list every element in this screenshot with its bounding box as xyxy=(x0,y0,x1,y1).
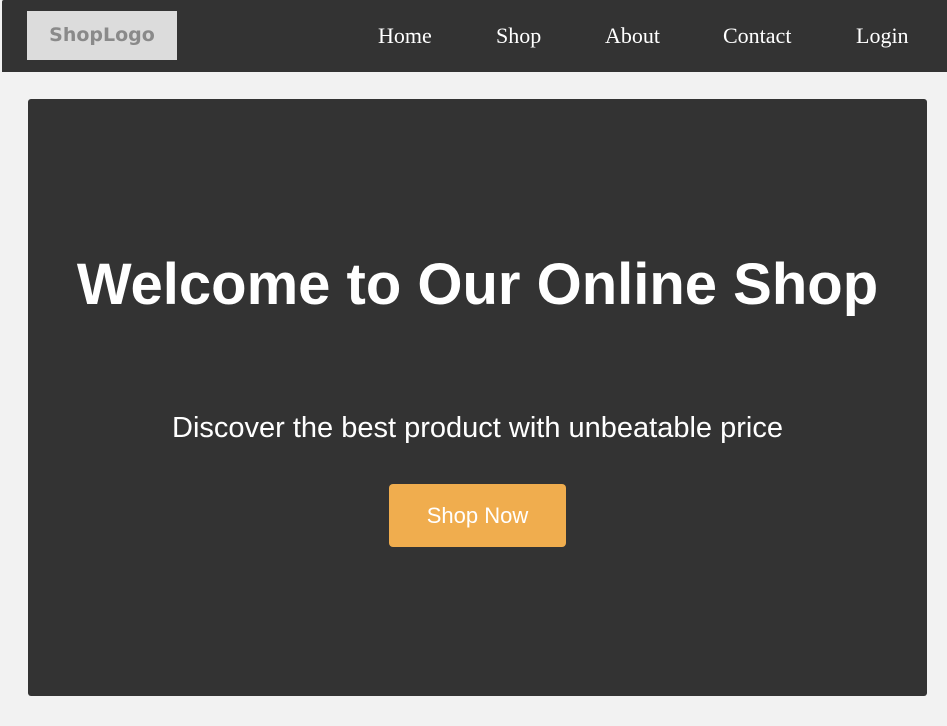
nav-link-login[interactable]: Login xyxy=(856,0,909,72)
page: { "header": { "logo": "ShopLogo", "nav":… xyxy=(0,0,947,726)
hero-subtitle: Discover the best product with unbeatabl… xyxy=(172,412,783,444)
hero-banner: Welcome to Our Online Shop Discover the … xyxy=(28,99,927,696)
nav-link-shop[interactable]: Shop xyxy=(496,0,541,72)
nav-link-contact[interactable]: Contact xyxy=(723,0,791,72)
nav-link-home[interactable]: Home xyxy=(378,0,432,72)
nav-link-about[interactable]: About xyxy=(605,0,660,72)
shop-logo[interactable]: ShopLogo xyxy=(27,11,177,60)
hero-title: Welcome to Our Online Shop xyxy=(76,252,879,317)
shop-now-button[interactable]: Shop Now xyxy=(389,484,566,547)
top-navbar: ShopLogo Home Shop About Contact Login xyxy=(2,0,947,72)
